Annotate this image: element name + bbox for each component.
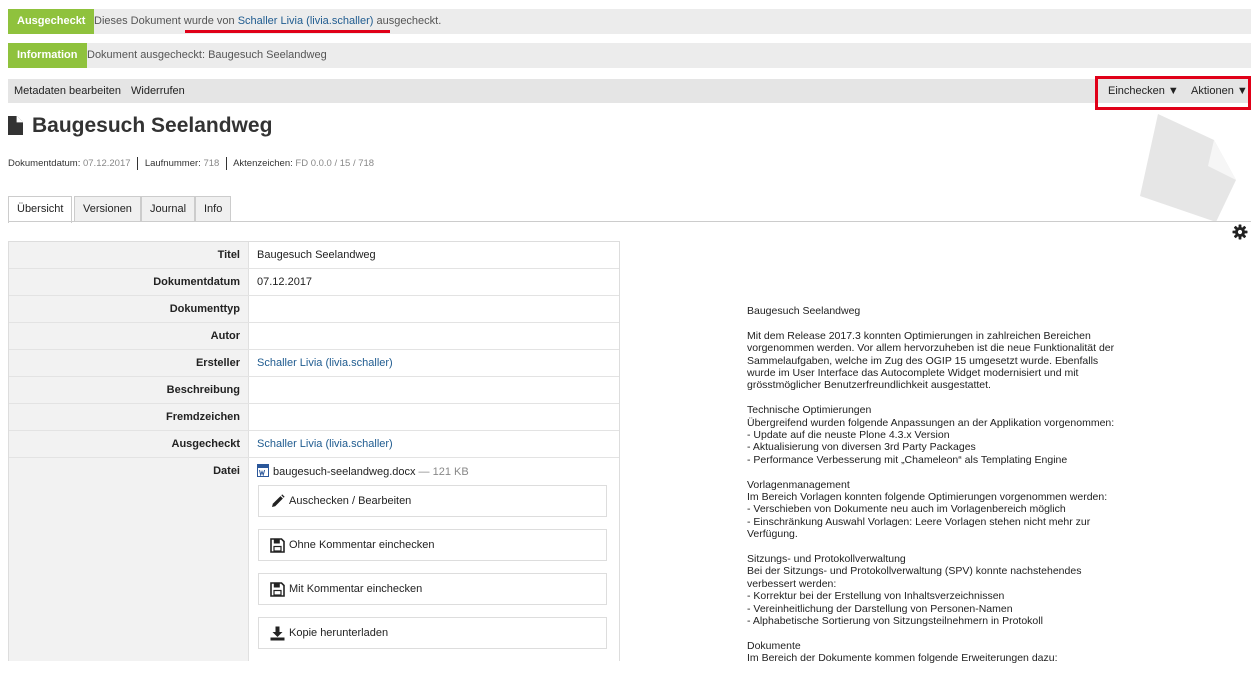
checkout-edit-button[interactable]: Auschecken / Bearbeiten xyxy=(258,485,607,517)
field-label: Beschreibung xyxy=(9,377,249,403)
field-label: Fremdzeichen xyxy=(9,404,249,430)
field-value: Baugesuch Seelandweg xyxy=(257,249,376,261)
document-preview-icon xyxy=(1140,114,1236,222)
field-label: Autor xyxy=(9,323,249,349)
field-row-file: Datei baugesuch-seelandweg.docx — 121 KB… xyxy=(9,458,619,661)
checkin-without-comment-button[interactable]: Ohne Kommentar einchecken xyxy=(258,529,607,561)
download-copy-label: Kopie herunterladen xyxy=(289,627,389,639)
document-toolbar: Metadaten bearbeiten Widerrufen Eincheck… xyxy=(8,79,1251,103)
field-row-description: Beschreibung xyxy=(9,377,619,404)
meta-separator xyxy=(137,157,139,170)
file-info: baugesuch-seelandweg.docx — 121 KB xyxy=(257,464,469,478)
document-date-value: 07.12.2017 xyxy=(82,158,131,170)
download-icon xyxy=(270,626,285,641)
gear-icon[interactable] xyxy=(1232,224,1248,240)
field-row-title: Titel Baugesuch Seelandweg xyxy=(9,242,619,269)
creator-user-link[interactable]: Schaller Livia (livia.schaller) xyxy=(257,357,393,369)
tabs-divider xyxy=(8,221,1251,222)
information-badge: Information xyxy=(8,43,87,68)
field-row-author: Autor xyxy=(9,323,619,350)
sequence-number-value: 718 xyxy=(203,158,220,170)
field-row-foreign-reference: Fremdzeichen xyxy=(9,404,619,431)
revoke-button[interactable]: Widerrufen xyxy=(131,79,185,103)
checked-out-badge: Ausgecheckt xyxy=(8,9,95,34)
checked-out-user-link[interactable]: Schaller Livia (livia.schaller) xyxy=(257,438,393,450)
preview-paragraph: Technische Optimierungen Übergreifend wu… xyxy=(747,404,1115,466)
sequence-number-label: Laufnummer: xyxy=(144,158,201,170)
field-label: Dokumenttyp xyxy=(9,296,249,322)
meta-separator xyxy=(225,157,227,170)
save-icon xyxy=(270,582,285,597)
edit-metadata-button[interactable]: Metadaten bearbeiten xyxy=(14,79,121,103)
highlight-box xyxy=(1095,76,1251,110)
field-label: Dokumentdatum xyxy=(9,269,249,295)
field-value: Schaller Livia (livia.schaller) xyxy=(257,350,393,376)
tab-journal[interactable]: Journal xyxy=(141,196,196,222)
field-label: Datei xyxy=(9,458,249,661)
checkin-without-comment-label: Ohne Kommentar einchecken xyxy=(289,539,435,551)
field-row-checked-out: Ausgecheckt Schaller Livia (livia.schall… xyxy=(9,431,619,458)
download-copy-button[interactable]: Kopie herunterladen xyxy=(258,617,607,649)
checkin-with-comment-label: Mit Kommentar einchecken xyxy=(289,583,423,595)
preview-paragraph: Vorlagenmanagement Im Bereich Vorlagen k… xyxy=(747,478,1108,541)
tab-overview[interactable]: Übersicht xyxy=(8,196,73,223)
field-row-creator: Ersteller Schaller Livia (livia.schaller… xyxy=(9,350,619,377)
document-date-label: Dokumentdatum: xyxy=(8,158,81,170)
information-message: Information Dokument ausgecheckt: Bauges… xyxy=(8,43,1251,68)
preview-paragraph: Dokumente Im Bereich der Dokumente komme… xyxy=(747,639,1058,665)
field-label: Titel xyxy=(9,242,249,268)
word-document-icon xyxy=(257,464,269,477)
field-value: Schaller Livia (livia.schaller) xyxy=(257,431,393,457)
checked-out-by-user-link[interactable]: Schaller Livia (livia.schaller) xyxy=(238,15,374,27)
field-label: Ersteller xyxy=(9,350,249,376)
highlight-underline xyxy=(185,30,390,33)
checkout-edit-label: Auschecken / Bearbeiten xyxy=(289,495,412,507)
document-icon xyxy=(8,116,23,135)
information-message-text: Dokument ausgecheckt: Baugesuch Seelandw… xyxy=(87,49,327,61)
pencil-icon xyxy=(272,494,285,507)
reference-number-value: FD 0.0.0 / 15 / 718 xyxy=(295,158,375,170)
preview-paragraph: Baugesuch Seelandweg xyxy=(747,305,861,317)
checkin-with-comment-button[interactable]: Mit Kommentar einchecken xyxy=(258,573,607,605)
file-name[interactable]: baugesuch-seelandweg.docx xyxy=(273,466,416,478)
field-label: Ausgecheckt xyxy=(9,431,249,457)
tab-info[interactable]: Info xyxy=(195,196,232,222)
page-title: Baugesuch Seelandweg xyxy=(32,114,273,137)
save-icon xyxy=(270,538,285,553)
metadata-table: Titel Baugesuch Seelandweg Dokumentdatum… xyxy=(8,241,620,661)
document-preview: Baugesuch Seelandweg Mit dem Release 201… xyxy=(747,305,1247,677)
document-meta-line: Dokumentdatum: 07.12.2017 Laufnummer: 71… xyxy=(8,157,374,170)
field-row-document-date: Dokumentdatum 07.12.2017 xyxy=(9,269,619,296)
preview-paragraph: Sitzungs- und Protokollverwaltung Bei de… xyxy=(747,553,1082,628)
field-value: 07.12.2017 xyxy=(257,276,313,288)
preview-paragraph: Mit dem Release 2017.3 konnten Optimieru… xyxy=(747,329,1115,392)
file-size: — 121 KB xyxy=(415,466,469,478)
tab-versions[interactable]: Versionen xyxy=(74,196,141,222)
reference-number-label: Aktenzeichen: xyxy=(233,158,293,170)
field-row-document-type: Dokumenttyp xyxy=(9,296,619,323)
